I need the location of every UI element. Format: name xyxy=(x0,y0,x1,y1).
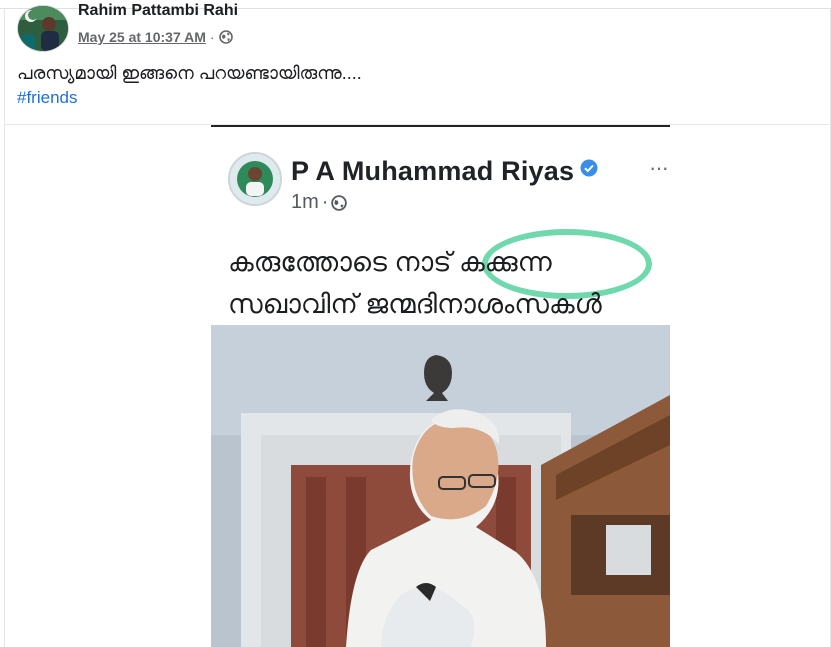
shared-post-text: കരുത്തോടെ നാട് കക്കുന്ന സഖാവിന് ജന്മദിനാ… xyxy=(228,241,602,325)
verified-badge-icon xyxy=(580,153,598,177)
hashtag-link[interactable]: #friends xyxy=(17,88,77,108)
post-meta: May 25 at 10:37 AM · xyxy=(78,29,233,45)
author-avatar[interactable] xyxy=(17,5,69,52)
shared-author-label: P A Muhammad Riyas xyxy=(291,156,575,186)
shared-author-name: P A Muhammad Riyas xyxy=(291,153,598,187)
shared-avatar xyxy=(228,152,282,206)
shared-globe-icon xyxy=(331,194,348,211)
shared-separator: · xyxy=(321,191,329,213)
photo-top-edge xyxy=(211,125,670,127)
post-text: പരസ്യമായി ഇങ്ങനെ പറയണ്ടായിരുന്നു.... xyxy=(17,63,362,83)
post-photo[interactable]: P A Muhammad Riyas 1m · ··· കരുത്തോടെ നാ… xyxy=(211,125,670,647)
photo-scene xyxy=(211,325,670,647)
globe-icon[interactable] xyxy=(218,30,233,44)
shared-text-line-1: കരുത്തോടെ നാട് കക്കുന്ന xyxy=(228,247,552,277)
shared-meta: 1m · xyxy=(291,191,348,214)
author-name[interactable]: Rahim Pattambi Rahi xyxy=(78,2,238,20)
meta-separator: · xyxy=(209,29,215,45)
post-timestamp[interactable]: May 25 at 10:37 AM xyxy=(78,29,206,45)
shared-text-line-2: സഖാവിന് ജന്മദിനാശംസകൾ xyxy=(228,289,602,319)
shared-time: 1m xyxy=(291,191,319,213)
more-options-icon: ··· xyxy=(649,155,669,180)
card-left-border xyxy=(4,8,5,647)
